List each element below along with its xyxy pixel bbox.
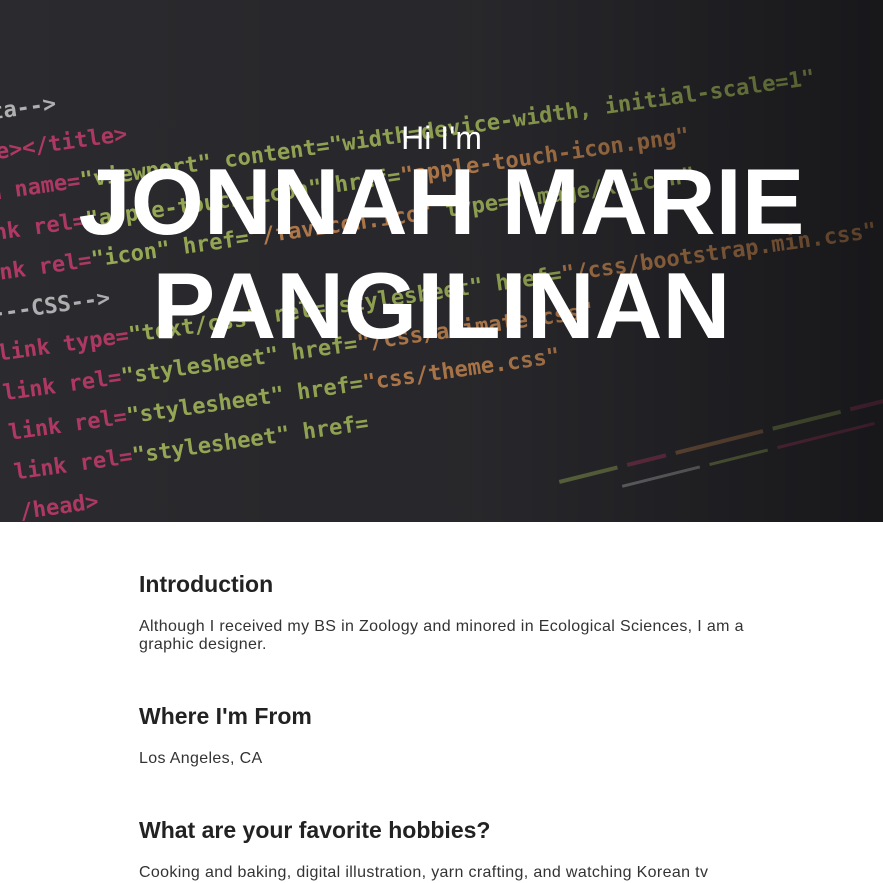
introduction-text: Although I received my BS in Zoology and… bbox=[139, 618, 744, 653]
hobbies-text: Cooking and baking, digital illustration… bbox=[139, 864, 709, 881]
hobbies-heading: What are your favorite hobbies? bbox=[139, 817, 491, 843]
name-line-1: JONNAH MARIE bbox=[78, 149, 805, 254]
hometown-text: Los Angeles, CA bbox=[139, 750, 263, 767]
introduction-heading: Introduction bbox=[139, 571, 274, 597]
hero-heading: Hi I'm JONNAH MARIE PANGILINAN bbox=[0, 118, 883, 358]
name-heading: JONNAH MARIE PANGILINAN bbox=[0, 150, 883, 358]
hero-banner: meta--> tle></title> ta name="viewport" … bbox=[0, 0, 883, 522]
name-line-2: PANGILINAN bbox=[152, 253, 731, 358]
hometown-heading: Where I'm From bbox=[139, 703, 312, 729]
